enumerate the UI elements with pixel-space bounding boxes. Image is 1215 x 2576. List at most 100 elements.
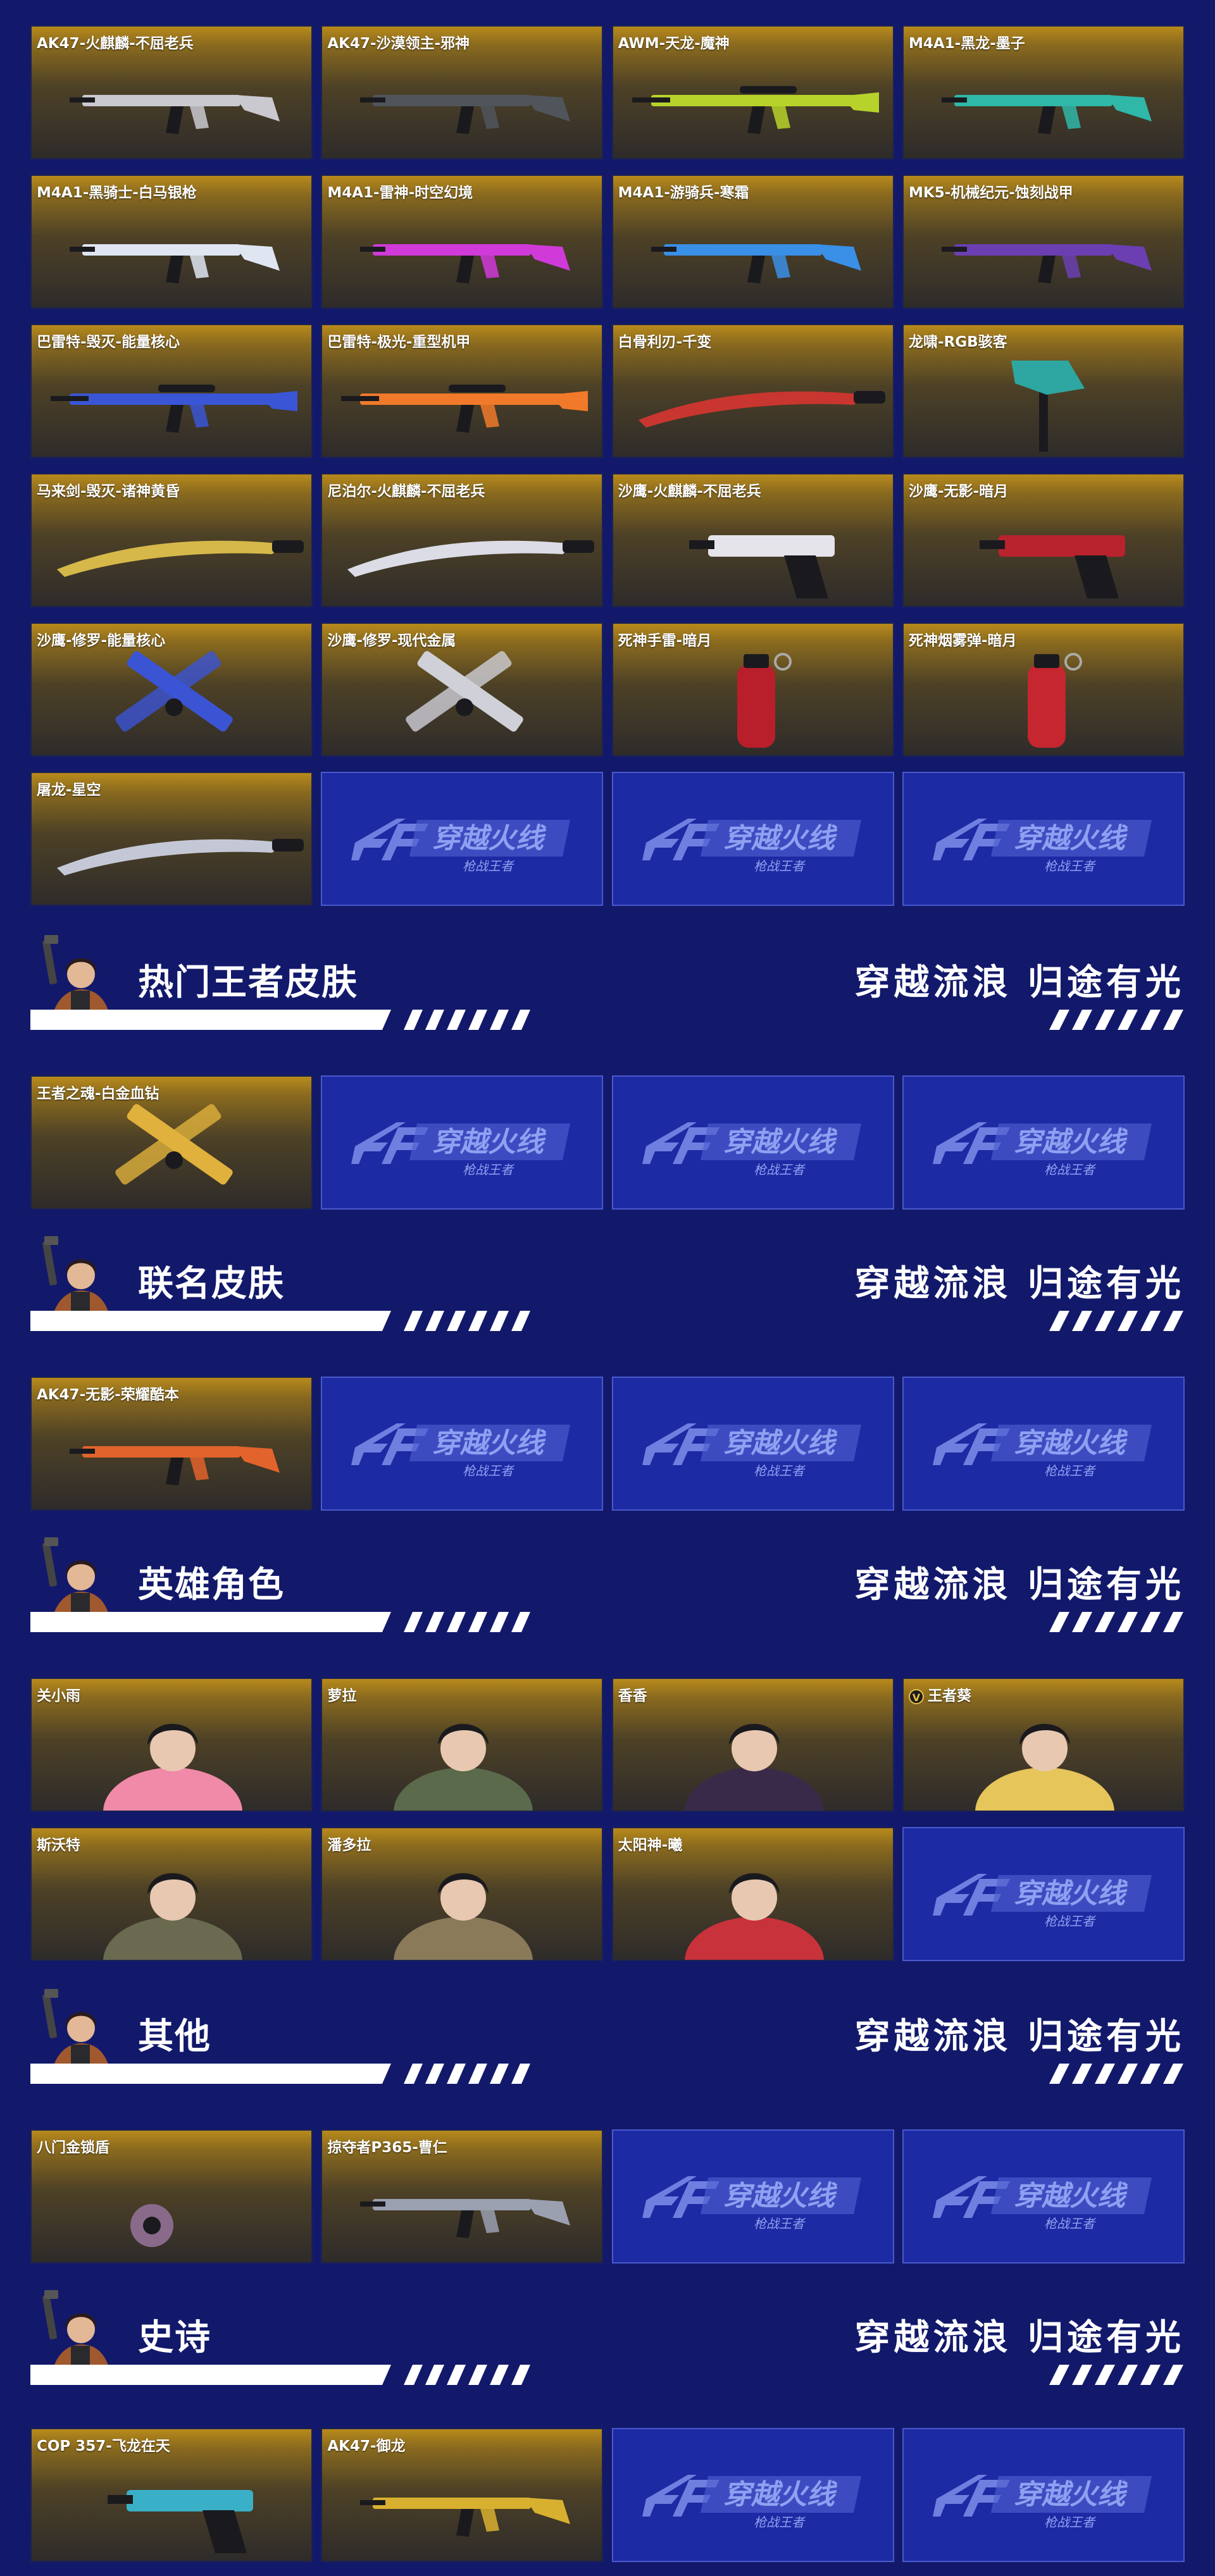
item-name: 巴雷特-毁灭-能量核心 [37,330,180,351]
game-logo-icon: 穿越火线枪战王者 [932,2475,1152,2530]
item-name-text: 王者之魂-白金血钻 [37,1086,159,1102]
item-name-text: 死神烟雾弹-暗月 [908,633,1017,649]
item-card[interactable]: 掠夺者P365-曹仁 [321,2129,604,2263]
placeholder-card: 穿越火线 枪战王者 [902,772,1185,906]
item-name-text: AK47-沙漠领主-邪神 [327,35,470,52]
item-card[interactable]: 潘多拉 [321,1827,604,1961]
item-name: M4A1-黑龙-墨子 [909,31,1025,53]
item-card[interactable]: 香香 [611,1678,894,1812]
item-name: 死神手雷-暗月 [618,628,712,650]
item-name-text: 沙鹰-无影-暗月 [908,483,1009,500]
section-header-heroes: 英雄角色 穿越流浪 归途有光 [30,1531,1185,1632]
item-name: AK47-无影-荣耀酷本 [37,1382,179,1404]
item-card[interactable]: AK47-无影-荣耀酷本 [30,1377,313,1511]
item-card[interactable]: 巴雷特-极光-重型机甲 [321,324,604,458]
item-card[interactable]: M4A1-黑骑士-白马银枪 [30,175,313,309]
placeholder-card: 穿越火线 枪战王者 [321,1377,604,1511]
item-card[interactable]: 死神手雷-暗月 [611,622,894,757]
logo-subtext: 枪战王者 [754,2515,806,2530]
item-name-text: M4A1-黑骑士-白马银枪 [37,185,197,201]
item-card[interactable]: 屠龙-星空 [30,772,313,906]
item-card[interactable]: 沙鹰-修罗-能量核心 [30,622,313,757]
item-card[interactable]: 马来剑-毁灭-诸神黄昏 [30,473,313,607]
item-card[interactable]: V 王者葵 [902,1678,1185,1812]
logo-text: 穿越火线 [432,822,547,855]
item-name: 八门金锁盾 [37,2135,109,2157]
item-name-text: M4A1-雷神-时空幻境 [327,185,473,201]
game-logo-icon: 穿越火线枪战王者 [932,2176,1152,2231]
logo-text: 穿越火线 [1014,1878,1128,1910]
item-name: M4A1-雷神-时空幻境 [327,180,473,202]
item-name: COP 357-飞龙在天 [37,2434,170,2455]
item-name: 马来剑-毁灭-诸神黄昏 [37,479,180,500]
item-name-text: COP 357-飞龙在天 [37,2438,170,2455]
item-card[interactable]: COP 357-飞龙在天 [30,2428,313,2562]
slogan-stripes [1049,1010,1183,1030]
item-card[interactable]: 白骨利刃-千变 [611,324,894,458]
other-grid: 八门金锁盾 掠夺者P365-曹仁穿越火线 枪战王者 穿越火线 枪战王者 [30,2129,1185,2263]
item-card[interactable]: AK47-沙漠领主-邪神 [321,25,604,159]
item-card[interactable]: 沙鹰-修罗-现代金属 [321,622,604,757]
logo-text: 穿越火线 [1014,2180,1128,2212]
section-slogan: 穿越流浪 归途有光 [854,1263,1185,1304]
item-card[interactable]: 关小雨 [30,1678,313,1812]
item-card[interactable]: AK47-火麒麟-不屈老兵 [30,25,313,159]
logo-subtext: 枪战王者 [754,1162,806,1177]
item-name-text: 沙鹰-修罗-现代金属 [327,633,456,649]
placeholder-card: 穿越火线 枪战王者 [321,772,604,906]
item-card[interactable]: 死神烟雾弹-暗月 [902,622,1185,757]
section-title: 其他 [138,2016,211,2057]
item-name: 死神烟雾弹-暗月 [909,628,1017,650]
logo-text: 穿越火线 [1014,822,1128,855]
game-logo-icon: 穿越火线枪战王者 [642,2176,861,2231]
hero-grid: 关小雨 萝拉 香香 V 王者葵斯沃特 潘多拉 太阳神-曦 穿越火线 枪战王者 [30,1678,1185,1961]
logo-subtext: 枪战王者 [1044,1162,1096,1177]
game-logo-icon: 穿越火线枪战王者 [642,819,861,874]
item-card[interactable]: 王者之魂-白金血钻 [30,1075,313,1210]
item-card[interactable]: M4A1-游骑兵-寒霜 [611,175,894,309]
item-card[interactable]: 沙鹰-火麒麟-不屈老兵 [611,473,894,607]
item-name-text: 沙鹰-火麒麟-不屈老兵 [618,483,761,500]
item-card[interactable]: 萝拉 [321,1678,604,1812]
item-card[interactable]: M4A1-雷神-时空幻境 [321,175,604,309]
item-name-text: 马来剑-毁灭-诸神黄昏 [37,483,180,500]
item-name-text: 太阳神-曦 [618,1837,683,1854]
item-card[interactable]: 龙啸-RGB骇客 [902,324,1185,458]
game-logo-icon: 穿越火线枪战王者 [932,1423,1152,1478]
item-card[interactable]: 尼泊尔-火麒麟-不屈老兵 [321,473,604,607]
game-logo-icon: 穿越火线枪战王者 [351,819,571,874]
item-name-text: 关小雨 [37,1688,80,1704]
logo-text: 穿越火线 [1014,1126,1128,1158]
item-name-text: 香香 [618,1688,647,1704]
item-card[interactable]: MK5-机械纪元-蚀刻战甲 [902,175,1185,309]
item-name: AK47-沙漠领主-邪神 [327,31,470,53]
placeholder-card: 穿越火线 枪战王者 [611,1075,894,1210]
item-name-text: M4A1-游骑兵-寒霜 [618,185,749,201]
weapon-grid: AK47-火麒麟-不屈老兵 AK47-沙漠领主-邪神 AWM-天龙-魔神 M4A1-黑… [30,25,1185,906]
item-card[interactable]: AWM-天龙-魔神 [611,25,894,159]
item-card[interactable]: 沙鹰-无影-暗月 [902,473,1185,607]
item-name: 香香 [618,1683,647,1705]
logo-text: 穿越火线 [723,822,838,855]
logo-text: 穿越火线 [723,2479,838,2511]
item-card[interactable]: AK47-御龙 [321,2428,604,2562]
item-name-text: 掠夺者P365-曹仁 [327,2139,447,2156]
item-card[interactable]: 巴雷特-毁灭-能量核心 [30,324,313,458]
item-card[interactable]: 斯沃特 [30,1827,313,1961]
placeholder-card: 穿越火线 枪战王者 [611,1377,894,1511]
logo-text: 穿越火线 [723,1427,838,1459]
game-logo-icon: 穿越火线枪战王者 [642,2475,861,2530]
item-card[interactable]: 八门金锁盾 [30,2129,313,2263]
item-name: MK5-机械纪元-蚀刻战甲 [909,180,1073,202]
placeholder-card: 穿越火线 枪战王者 [321,1075,604,1210]
title-underline-bar [30,2365,530,2385]
placeholder-card: 穿越火线 枪战王者 [902,1827,1185,1961]
item-card[interactable]: 太阳神-曦 [611,1827,894,1961]
section-title: 联名皮肤 [138,1263,285,1304]
placeholder-card: 穿越火线 枪战王者 [611,772,894,906]
logo-subtext: 枪战王者 [1044,858,1096,874]
page: AK47-火麒麟-不屈老兵 AK47-沙漠领主-邪神 AWM-天龙-魔神 M4A1-黑… [0,0,1215,2576]
item-name: 沙鹰-修罗-能量核心 [37,628,165,650]
item-card[interactable]: M4A1-黑龙-墨子 [902,25,1185,159]
item-name-text: AWM-天龙-魔神 [618,35,730,52]
